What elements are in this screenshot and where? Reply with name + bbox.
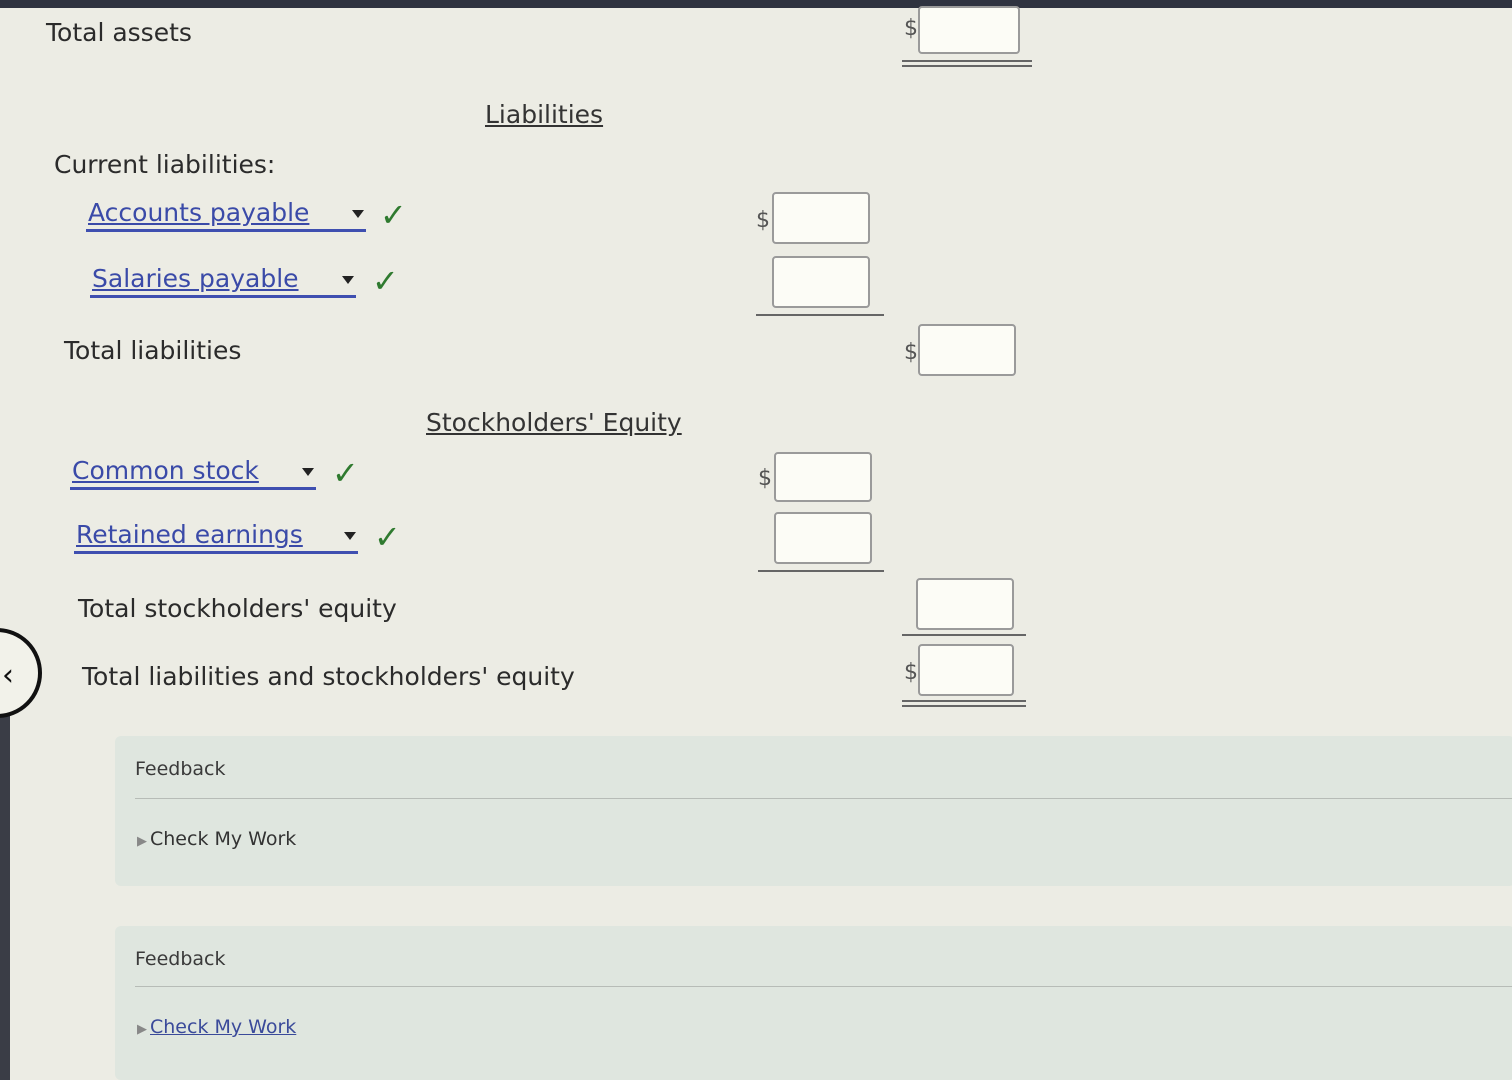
total-liabilities-input[interactable] <box>918 324 1016 376</box>
double-underline <box>902 60 1032 62</box>
total-stockholders-equity-label: Total stockholders' equity <box>78 594 397 623</box>
checkmark-icon: ✓ <box>332 454 359 492</box>
subtotal-underline <box>758 570 884 572</box>
caret-down-icon <box>352 210 364 218</box>
current-liabilities-label: Current liabilities: <box>54 150 276 179</box>
window-left-edge <box>0 700 10 1080</box>
account-dropdown-2[interactable]: Salaries payable <box>90 264 356 298</box>
triangle-right-icon: ▶ <box>137 834 147 849</box>
feedback-title: Feedback <box>135 758 226 780</box>
subtotal-underline <box>902 634 1026 636</box>
common-stock-input[interactable] <box>774 452 872 502</box>
total-liabilities-and-equity-label: Total liabilities and stockholders' equi… <box>82 662 575 691</box>
divider <box>135 986 1512 987</box>
top-bar <box>0 0 1512 8</box>
dropdown-selected-value: Salaries payable <box>92 264 299 293</box>
checkmark-icon: ✓ <box>372 262 399 300</box>
check-my-work-label: Check My Work <box>150 1016 297 1038</box>
accounts-payable-input[interactable] <box>772 192 870 244</box>
dollar-sign: $ <box>904 660 918 685</box>
double-underline <box>902 700 1026 702</box>
divider <box>135 798 1512 799</box>
dropdown-selected-value: Common stock <box>72 456 259 485</box>
caret-down-icon <box>302 468 314 476</box>
caret-down-icon <box>344 532 356 540</box>
total-liabilities-label: Total liabilities <box>64 336 242 365</box>
total-assets-input[interactable] <box>918 6 1020 54</box>
double-underline <box>902 705 1026 707</box>
check-my-work-label: Check My Work <box>150 828 297 850</box>
dropdown-selected-value: Retained earnings <box>76 520 303 549</box>
checkmark-icon: ✓ <box>374 518 401 556</box>
check-my-work-link[interactable]: ▶ Check My Work <box>137 1016 296 1038</box>
total-assets-label: Total assets <box>46 18 192 47</box>
check-my-work-link[interactable]: ▶ Check My Work <box>137 828 296 850</box>
account-dropdown-3[interactable]: Common stock <box>70 456 316 490</box>
total-liabilities-and-equity-input[interactable] <box>918 644 1014 696</box>
liabilities-heading: Liabilities <box>485 100 604 129</box>
feedback-title: Feedback <box>135 948 226 970</box>
dollar-sign: $ <box>758 466 772 491</box>
chevron-left-icon: ‹ <box>2 658 14 693</box>
retained-earnings-input[interactable] <box>774 512 872 564</box>
account-dropdown-1[interactable]: Accounts payable <box>86 198 366 232</box>
checkmark-icon: ✓ <box>380 196 407 234</box>
salaries-payable-input[interactable] <box>772 256 870 308</box>
double-underline <box>902 65 1032 67</box>
stockholders-equity-heading: Stockholders' Equity <box>426 408 682 437</box>
feedback-panel-1: Feedback ▶ Check My Work <box>115 736 1512 886</box>
triangle-right-icon: ▶ <box>137 1022 147 1037</box>
previous-nav-button[interactable]: ‹ <box>0 628 42 718</box>
subtotal-underline <box>756 314 884 316</box>
account-dropdown-4[interactable]: Retained earnings <box>74 520 358 554</box>
total-stockholders-equity-input[interactable] <box>916 578 1014 630</box>
caret-down-icon <box>342 276 354 284</box>
dollar-sign: $ <box>756 208 770 233</box>
dropdown-selected-value: Accounts payable <box>88 198 310 227</box>
feedback-panel-2: Feedback ▶ Check My Work <box>115 926 1512 1080</box>
dollar-sign: $ <box>904 16 918 41</box>
dollar-sign: $ <box>904 340 918 365</box>
